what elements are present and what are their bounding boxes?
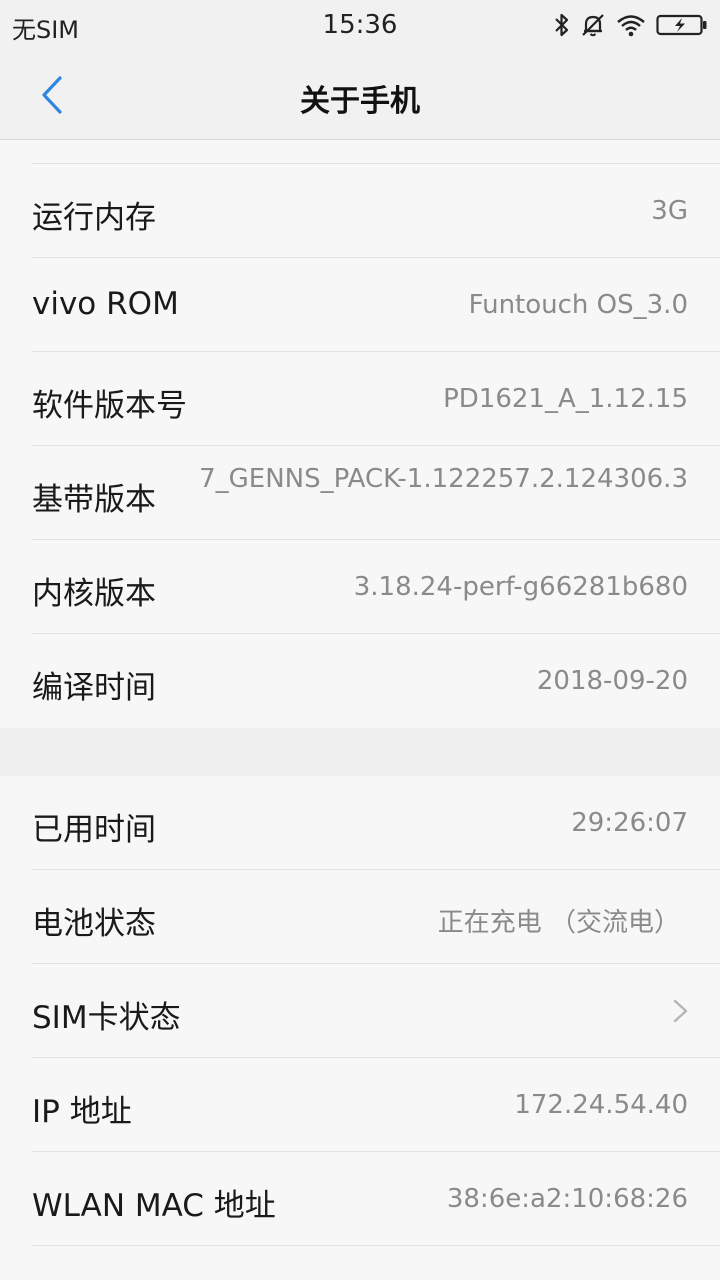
row-label: WLAN MAC 地址 — [32, 1188, 276, 1224]
wifi-icon — [616, 13, 646, 37]
device-info-section: 运行内存 3G vivo ROM Funtouch OS_3.0 软件版本号 P… — [0, 164, 720, 728]
row-value: 29:26:07 — [571, 808, 688, 838]
title-bar: 关于手机 — [0, 50, 720, 140]
status-section: 已用时间 29:26:07 电池状态 正在充电 （交流电） SIM卡状态 IP … — [0, 776, 720, 1246]
settings-list[interactable]: 运行内存 3G vivo ROM Funtouch OS_3.0 软件版本号 P… — [0, 140, 720, 1280]
row-label: 软件版本号 — [32, 388, 187, 424]
row-value: 38:6e:a2:10:68:26 — [446, 1184, 688, 1214]
row-label: 运行内存 — [32, 200, 156, 236]
row-label: 编译时间 — [32, 670, 156, 706]
row-value: 3.18.24-perf-g66281b680 — [353, 572, 688, 602]
row-sim-status[interactable]: SIM卡状态 — [32, 964, 720, 1058]
divider — [32, 140, 720, 164]
row-value: PD1621_A_1.12.15 — [443, 384, 688, 414]
chevron-right-icon — [673, 999, 688, 1023]
page-title: 关于手机 — [300, 84, 420, 119]
row-label: 基带版本 — [32, 482, 156, 518]
status-icons — [554, 10, 708, 40]
row-rom: vivo ROM Funtouch OS_3.0 — [32, 258, 720, 352]
row-value: 3G — [651, 196, 688, 226]
row-label: 内核版本 — [32, 576, 156, 612]
row-ip-address: IP 地址 172.24.54.40 — [32, 1058, 720, 1152]
row-build-time: 编译时间 2018-09-20 — [32, 634, 720, 728]
row-value: 2018-09-20 — [536, 666, 688, 696]
bluetooth-icon — [554, 12, 570, 38]
row-value: 正在充电 （交流电） — [437, 908, 680, 938]
mute-icon — [580, 12, 606, 38]
row-wlan-mac: WLAN MAC 地址 38:6e:a2:10:68:26 — [32, 1152, 720, 1246]
section-divider — [0, 728, 720, 776]
row-value: 172.24.54.40 — [514, 1090, 688, 1120]
row-value: 7_GENNS_PACK-1.122257.2.124306.3 — [199, 464, 688, 494]
row-baseband-version: 基带版本 7_GENNS_PACK-1.122257.2.124306.3 — [32, 446, 720, 540]
row-label: SIM卡状态 — [32, 1000, 181, 1036]
row-uptime: 已用时间 29:26:07 — [32, 776, 720, 870]
row-label: 已用时间 — [32, 812, 156, 848]
row-label: vivo ROM — [32, 286, 179, 322]
row-label: 电池状态 — [32, 906, 156, 942]
row-value: Funtouch OS_3.0 — [468, 290, 688, 320]
battery-charging-icon — [656, 12, 708, 38]
row-memory: 运行内存 3G — [32, 164, 720, 258]
status-bar: 无SIM 15:36 — [0, 0, 720, 50]
row-kernel-version: 内核版本 3.18.24-perf-g66281b680 — [32, 540, 720, 634]
row-battery-status: 电池状态 正在充电 （交流电） — [32, 870, 720, 964]
row-label: IP 地址 — [32, 1094, 132, 1130]
row-software-version: 软件版本号 PD1621_A_1.12.15 — [32, 352, 720, 446]
